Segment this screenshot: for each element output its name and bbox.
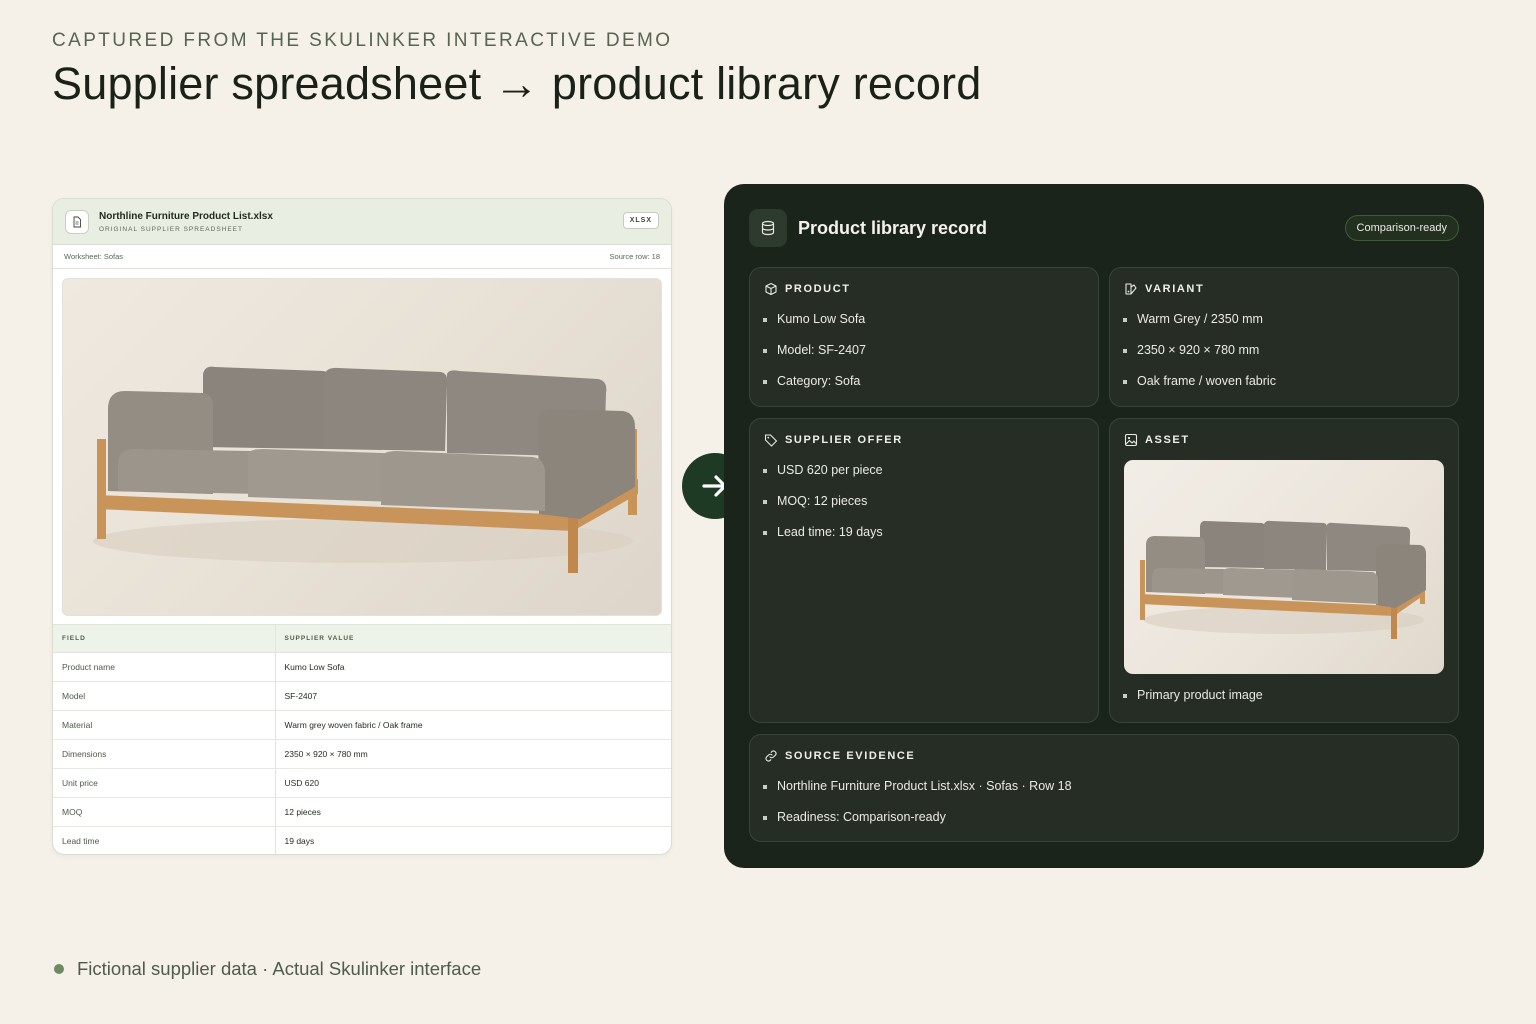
asset-heading: ASSET [1145,434,1190,446]
file-name: Northline Furniture Product List.xlsx [99,210,273,222]
record-header: Product library record Comparison-ready [749,209,1459,247]
spreadsheet-table: FIELD SUPPLIER VALUE Product name Kumo Lo… [53,624,671,854]
value-cell: 2350 × 920 × 780 mm [275,739,671,769]
value-cell: SF-2407 [275,681,671,711]
page-title: Supplier spreadsheet → product library r… [52,58,982,109]
value-cell: 19 days [284,836,315,847]
footer-text: Fictional supplier data · Actual Skulink… [77,958,482,979]
image-icon [1124,433,1138,447]
source-evidence-card-heading: SOURCE EVIDENCE [764,749,915,763]
asset-list: Primary product image [1122,688,1263,719]
table-row: Unit price USD 620 [53,768,671,798]
primary-product-image[interactable] [1124,460,1444,674]
supplier-offer-card-heading: SUPPLIER OFFER [764,433,903,447]
product-heading: PRODUCT [785,283,851,295]
tag-icon [764,434,778,447]
variant-icon [1125,283,1137,295]
field-cell: MOQ [53,797,276,827]
list-item: Lead time: 19 days [762,525,883,556]
field-cell: Unit price [53,768,276,798]
supplier-offer-card: SUPPLIER OFFER USD 620 per piece MOQ: 12… [749,418,1099,723]
source-evidence-list: Northline Furniture Product List.xlsx · … [762,779,1072,841]
list-item: Readiness: Comparison-ready [762,810,1072,841]
file-icon [65,209,89,234]
table-row: MOQ 12 pieces [53,797,671,827]
list-item: Warm Grey / 2350 mm [1122,312,1276,343]
source-evidence-card: SOURCE EVIDENCE Northline Furniture Prod… [749,734,1459,842]
list-item: Oak frame / woven fabric [1122,374,1276,405]
list-item: Primary product image [1122,688,1263,719]
status-dot-icon [54,964,64,974]
file-subtitle: ORIGINAL SUPPLIER SPREADSHEET [99,225,243,233]
variant-heading: VARIANT [1145,283,1205,295]
list-item: MOQ: 12 pieces [762,494,883,525]
table-row: Product name Kumo Low Sofa [53,652,671,682]
sofa-photo [62,278,662,616]
list-item: Category: Sofa [762,374,866,405]
link-icon [765,750,777,762]
product-list: Kumo Low Sofa Model: SF-2407 Category: S… [762,312,866,405]
supplier-offer-heading: SUPPLIER OFFER [785,434,903,446]
product-card: PRODUCT Kumo Low Sofa Model: SF-2407 Cat… [749,267,1099,407]
file-type-badge: XLSX [622,212,659,229]
list-item: Kumo Low Sofa [762,312,866,343]
supplier-offer-list: USD 620 per piece MOQ: 12 pieces Lead ti… [762,463,883,556]
value-cell: Kumo Low Sofa [275,652,671,682]
footer-note: Fictional supplier data · Actual Skulink… [54,958,481,980]
list-item: Northline Furniture Product List.xlsx · … [762,779,1072,810]
table-row: Material Warm grey woven fabric / Oak fra… [53,710,671,740]
table-row: Dimensions 2350 × 920 × 780 mm [53,739,671,769]
field-cell: Material [53,710,276,740]
field-cell: Product name [53,652,276,682]
product-card-heading: PRODUCT [764,282,851,296]
value-cell: Warm grey woven fabric / Oak frame [275,710,671,740]
source-evidence-heading: SOURCE EVIDENCE [785,750,916,762]
variant-card: VARIANT Warm Grey / 2350 mm 2350 × 920 ×… [1109,267,1459,407]
value-cell: 12 pieces [275,797,671,827]
variant-list: Warm Grey / 2350 mm 2350 × 920 × 780 mm … [1122,312,1276,405]
field-cell: Lead time [53,826,276,854]
column-header-value: SUPPLIER VALUE [275,624,671,653]
spreadsheet-card: Northline Furniture Product List.xlsx OR… [52,198,672,855]
source-row-label: Source row: 18 [609,252,660,261]
field-cell: Dimensions [53,739,276,769]
list-item: 2350 × 920 × 780 mm [1122,343,1276,374]
eyebrow-caption: CAPTURED FROM THE SKULINKER INTERACTIVE … [52,30,673,51]
product-library-record-panel: Product library record Comparison-ready … [724,184,1484,868]
list-item: Model: SF-2407 [762,343,866,374]
value-cell: USD 620 [275,768,671,798]
record-title: Product library record [798,217,988,238]
sheet-meta-bar: Worksheet: Sofas Source row: 18 [53,245,671,269]
list-item: USD 620 per piece [762,463,883,494]
table-header-row: FIELD SUPPLIER VALUE [53,624,671,653]
readiness-badge: Comparison-ready [1344,215,1459,241]
column-header-field: FIELD [53,624,276,653]
field-cell: Model [53,681,276,711]
asset-card: ASSET Primary product image [1109,418,1459,723]
worksheet-label: Worksheet: Sofas [64,252,124,261]
table-row: Model SF-2407 [53,681,671,711]
table-row: Lead time 19 days [53,826,671,854]
asset-card-heading: ASSET [1124,433,1190,447]
box-icon [765,282,777,296]
database-icon [749,209,787,247]
variant-card-heading: VARIANT [1124,282,1204,296]
spreadsheet-header: Northline Furniture Product List.xlsx OR… [53,199,671,245]
